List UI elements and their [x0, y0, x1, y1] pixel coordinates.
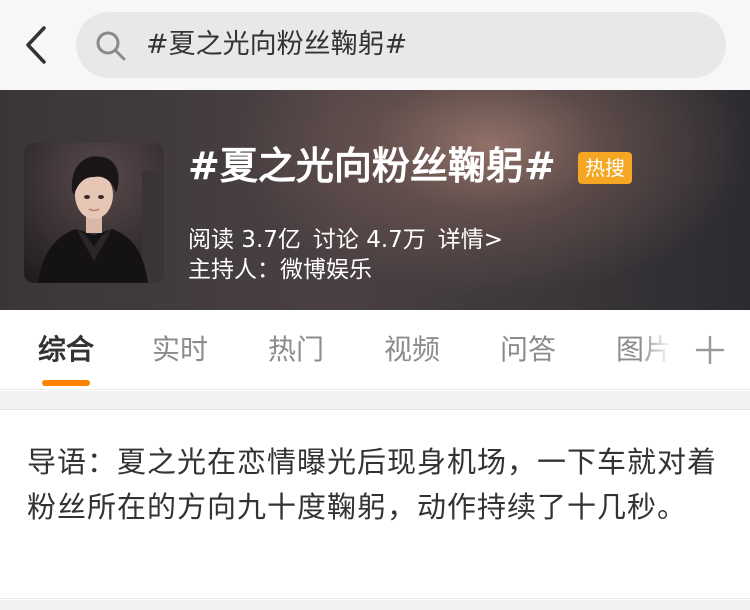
topic-title: #夏之光向粉丝鞠躬#	[188, 144, 556, 188]
tab-realtime[interactable]: 实时	[152, 332, 208, 368]
section-divider	[0, 391, 750, 409]
topic-cover-image	[24, 143, 164, 283]
topic-intro-card: 导语：夏之光在恋情曝光后现身机场，一下车就对着粉丝所在的方向九十度鞠躬，动作持续…	[0, 409, 750, 599]
active-tab-indicator	[42, 380, 90, 386]
search-bar[interactable]: #夏之光向粉丝鞠躬#	[76, 12, 726, 78]
tab-fade-overlay	[640, 310, 684, 388]
back-arrow-icon	[26, 26, 46, 64]
details-link[interactable]: 详情>	[438, 227, 503, 253]
search-icon	[96, 31, 126, 61]
hot-search-badge: 热搜	[578, 152, 632, 184]
topic-host: 主持人：微博娱乐	[188, 257, 372, 283]
tab-bar: 综合 实时 热门 视频 问答 图片	[0, 310, 750, 390]
tab-qa[interactable]: 问答	[500, 332, 556, 368]
read-count: 阅读 3.7亿	[188, 227, 301, 253]
bottom-divider	[0, 600, 750, 610]
plus-icon[interactable]	[694, 334, 726, 366]
back-button[interactable]	[18, 22, 58, 68]
topic-stats: 阅读 3.7亿 讨论 4.7万 详情>	[188, 224, 515, 256]
tab-video[interactable]: 视频	[384, 332, 440, 368]
discussion-count: 讨论 4.7万	[312, 227, 426, 253]
topic-intro-text: 导语：夏之光在恋情曝光后现身机场，一下车就对着粉丝所在的方向九十度鞠躬，动作持续…	[27, 445, 718, 524]
tab-hot[interactable]: 热门	[268, 332, 324, 368]
tab-comprehensive[interactable]: 综合	[38, 332, 94, 368]
topic-header: #夏之光向粉丝鞠躬# 热搜 阅读 3.7亿 讨论 4.7万 详情> 主持人：微博娱乐	[0, 90, 750, 310]
top-bar: #夏之光向粉丝鞠躬#	[0, 0, 750, 90]
search-input[interactable]: #夏之光向粉丝鞠躬#	[146, 26, 407, 64]
